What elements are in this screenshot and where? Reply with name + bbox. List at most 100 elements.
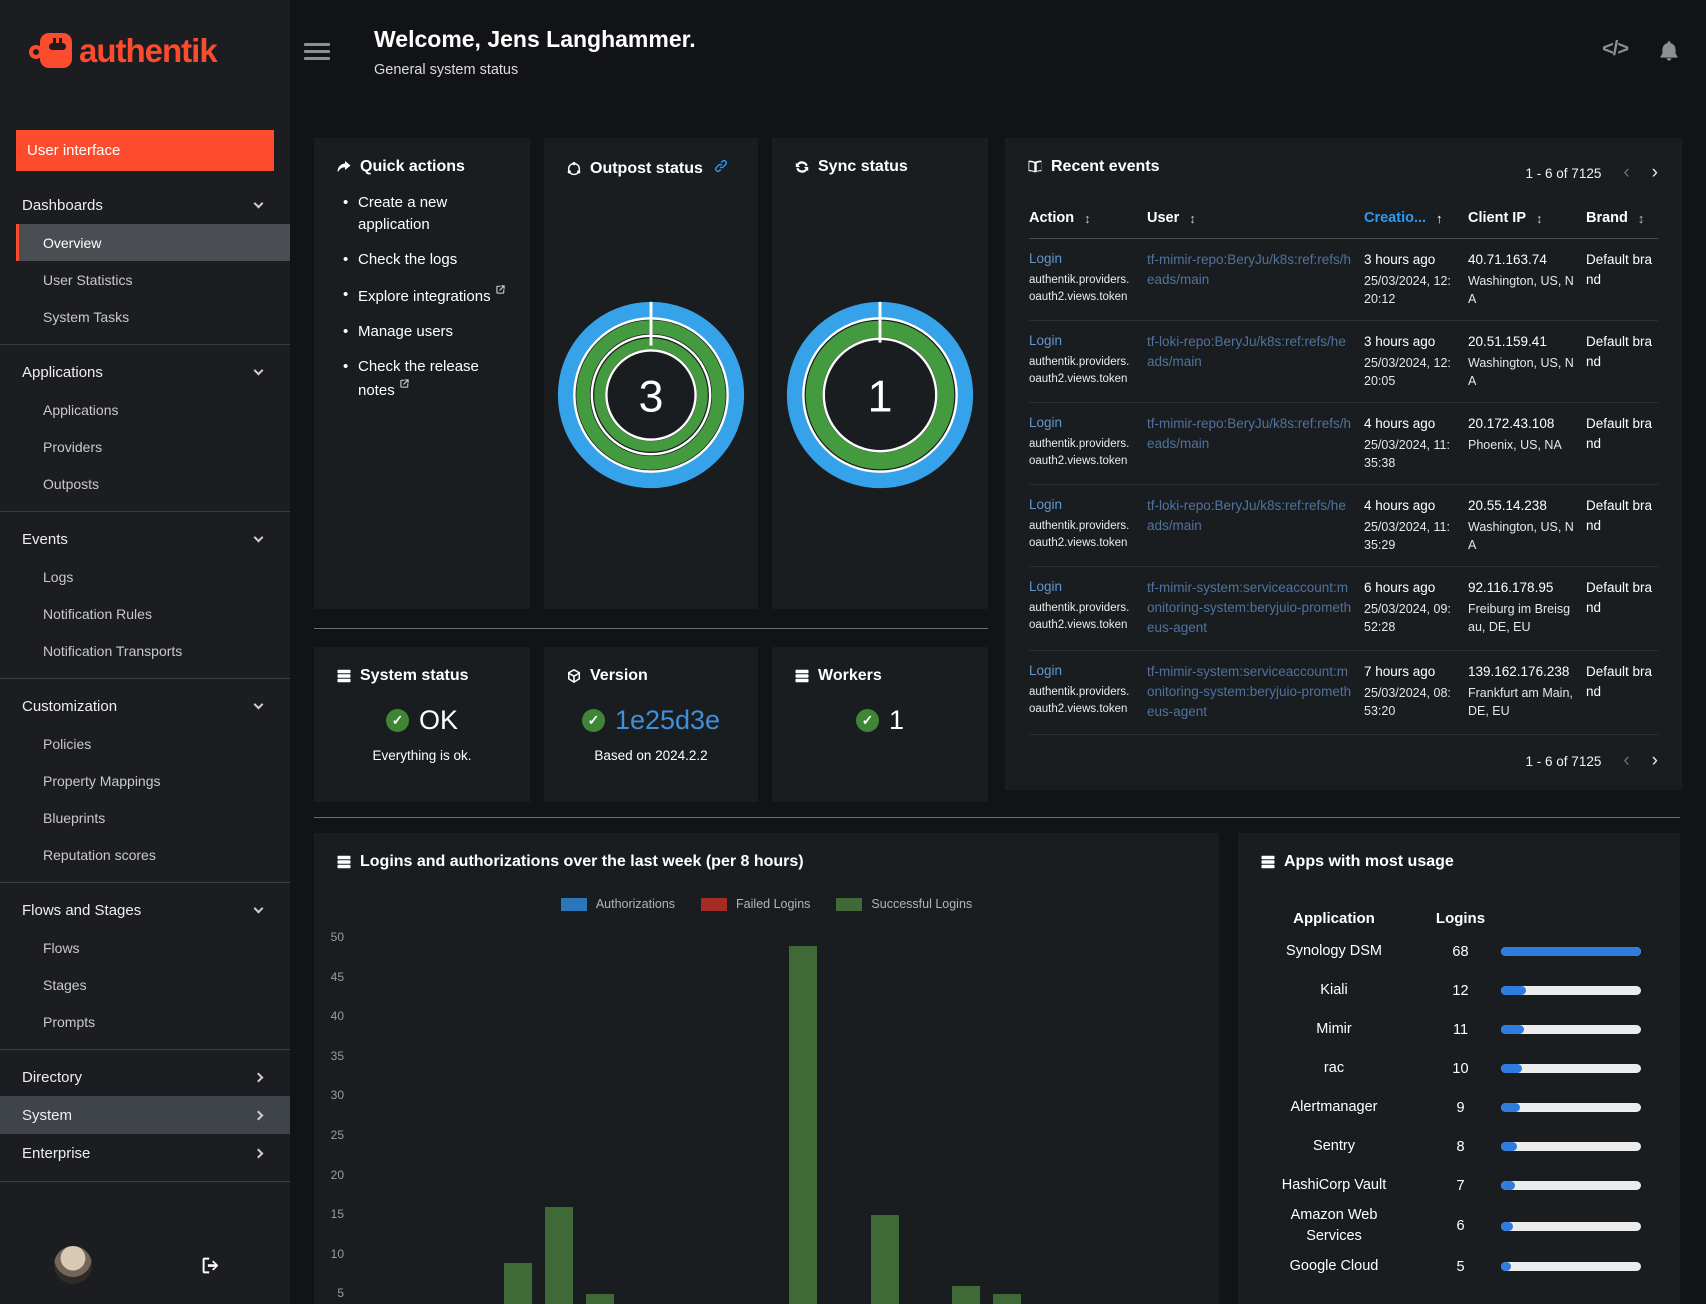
- authentik-logo: authentik: [28, 30, 218, 72]
- column-header-creatio[interactable]: Creatio... ↑: [1364, 210, 1468, 226]
- y-axis-tick: 35: [330, 1048, 344, 1063]
- sidebar-item-flows[interactable]: Flows: [16, 929, 290, 966]
- sidebar-item-overview[interactable]: Overview: [16, 224, 290, 261]
- event-user-link[interactable]: tf-mimir-repo:BeryJu/k8s:ref:refs/heads/…: [1147, 414, 1364, 454]
- app-usage-row: Sentry 8: [1248, 1127, 1651, 1166]
- sort-icon[interactable]: ↕: [1638, 211, 1645, 226]
- event-user-link[interactable]: tf-loki-repo:BeryJu/k8s:ref:refs/heads/m…: [1147, 332, 1364, 372]
- app-usage-bar: [1501, 1262, 1651, 1271]
- sidebar-section-system[interactable]: System: [0, 1096, 290, 1134]
- event-action-link[interactable]: Login: [1029, 251, 1062, 266]
- event-action-link[interactable]: Login: [1029, 497, 1062, 512]
- sidebar-section-applications[interactable]: Applications: [0, 353, 290, 391]
- chevron-right-icon[interactable]: [253, 1072, 264, 1082]
- sidebar-section-dashboards[interactable]: Dashboards: [0, 186, 290, 224]
- chevron-right-icon[interactable]: [253, 1110, 264, 1120]
- y-axis-tick: 10: [330, 1246, 344, 1261]
- logout-icon[interactable]: [200, 1255, 221, 1281]
- sidebar-section-directory[interactable]: Directory: [0, 1058, 290, 1096]
- chevron-down-icon[interactable]: [253, 699, 264, 709]
- version-link[interactable]: 1e25d3e: [615, 705, 720, 736]
- sidebar-item-user-statistics[interactable]: User Statistics: [16, 261, 290, 298]
- link-icon[interactable]: [713, 158, 729, 179]
- progress-track: [1501, 1103, 1641, 1112]
- divider: [0, 511, 290, 512]
- sidebar-item-prompts[interactable]: Prompts: [16, 1003, 290, 1040]
- system-status-value: OK: [418, 705, 458, 735]
- chevron-down-icon[interactable]: [253, 532, 264, 542]
- event-action-link[interactable]: Login: [1029, 415, 1062, 430]
- event-action-link[interactable]: Login: [1029, 663, 1062, 678]
- sidebar-item-blueprints[interactable]: Blueprints: [16, 799, 290, 836]
- quick-action-label: Explore integrations: [358, 288, 491, 305]
- column-header-action[interactable]: Action ↕: [1029, 210, 1147, 226]
- chevron-down-icon[interactable]: [253, 198, 264, 208]
- cell-client-ip: 20.51.159.41 Washington, US, NA: [1468, 332, 1586, 390]
- sidebar-item-applications[interactable]: Applications: [16, 391, 290, 428]
- pagination-next-icon[interactable]: ›: [1652, 750, 1658, 772]
- pagination-prev-icon[interactable]: ‹: [1623, 750, 1629, 772]
- bell-icon[interactable]: [1658, 39, 1680, 61]
- apps-usage-table: Application Logins Synology DSM 68 Kiali 12…: [1248, 904, 1651, 1286]
- chevron-right-icon[interactable]: [253, 1148, 264, 1158]
- sidebar-group-directory: Directory: [0, 1058, 290, 1096]
- sidebar-item-logs[interactable]: Logs: [16, 558, 290, 595]
- user-interface-button[interactable]: User interface: [16, 130, 274, 171]
- app-name: Kiali: [1320, 982, 1348, 998]
- sidebar-section-flows-and-stages[interactable]: Flows and Stages: [0, 891, 290, 929]
- quick-action-manage-users[interactable]: Manage users: [343, 321, 530, 343]
- quick-action-label: Create a new application: [358, 194, 448, 233]
- apps-table-header: Application Logins: [1248, 904, 1651, 932]
- sidebar-item-stages[interactable]: Stages: [16, 966, 290, 1003]
- sidebar-item-property-mappings[interactable]: Property Mappings: [16, 762, 290, 799]
- chevron-down-icon[interactable]: [253, 903, 264, 913]
- api-code-icon[interactable]: </>: [1602, 38, 1629, 61]
- column-header-user[interactable]: User ↕: [1147, 210, 1364, 226]
- sidebar-section-events[interactable]: Events: [0, 520, 290, 558]
- cell-user: tf-mimir-repo:BeryJu/k8s:ref:refs/heads/…: [1147, 250, 1364, 290]
- event-user-link[interactable]: tf-mimir-repo:BeryJu/k8s:ref:refs/heads/…: [1147, 250, 1364, 290]
- sort-icon[interactable]: ↕: [1189, 211, 1196, 226]
- event-action-link[interactable]: Login: [1029, 333, 1062, 348]
- event-location: Washington, US, NA: [1468, 274, 1574, 306]
- column-header-client-ip[interactable]: Client IP ↕: [1468, 210, 1586, 226]
- chart-bar: [870, 1215, 899, 1304]
- sidebar-item-notification-rules[interactable]: Notification Rules: [16, 595, 290, 632]
- quick-actions-card: Quick actions Create a new application Ch…: [314, 138, 530, 609]
- event-user-link[interactable]: tf-loki-repo:BeryJu/k8s:ref:refs/heads/m…: [1147, 496, 1364, 536]
- event-user-link[interactable]: tf-mimir-system:serviceaccount:monitorin…: [1147, 662, 1364, 722]
- quick-action-check-the-release-notes[interactable]: Check the release notes: [343, 356, 530, 402]
- sidebar-item-reputation-scores[interactable]: Reputation scores: [16, 836, 290, 873]
- pagination-next-icon[interactable]: ›: [1652, 162, 1658, 184]
- sidebar-item-policies[interactable]: Policies: [16, 725, 290, 762]
- sidebar-item-providers[interactable]: Providers: [16, 428, 290, 465]
- app-usage-bar: [1501, 1221, 1651, 1231]
- app-login-count: 7: [1456, 1177, 1465, 1194]
- sort-asc-icon[interactable]: ↑: [1436, 211, 1443, 226]
- quick-action-check-the-logs[interactable]: Check the logs: [343, 249, 530, 271]
- event-user-link[interactable]: tf-mimir-system:serviceaccount:monitorin…: [1147, 578, 1364, 638]
- event-ip: 20.172.43.108: [1468, 416, 1555, 431]
- sidebar-item-notification-transports[interactable]: Notification Transports: [16, 632, 290, 669]
- event-age: 7 hours ago: [1364, 664, 1436, 679]
- quick-action-create-a-new-application[interactable]: Create a new application: [343, 192, 530, 236]
- sort-icon[interactable]: ↕: [1536, 211, 1543, 226]
- event-age: 3 hours ago: [1364, 334, 1436, 349]
- sidebar-section-enterprise[interactable]: Enterprise: [0, 1134, 290, 1172]
- sort-icon[interactable]: ↕: [1084, 211, 1091, 226]
- quick-action-explore-integrations[interactable]: Explore integrations: [343, 284, 530, 308]
- sidebar-section-customization[interactable]: Customization: [0, 687, 290, 725]
- app-name: HashiCorp Vault: [1281, 1177, 1387, 1193]
- hamburger-menu-icon[interactable]: [304, 43, 330, 64]
- divider: [314, 628, 988, 629]
- column-application: Application: [1293, 909, 1375, 927]
- share-arrow-icon: [336, 159, 352, 175]
- sidebar-item-outposts[interactable]: Outposts: [16, 465, 290, 502]
- logo-wordmark: authentik: [79, 32, 218, 69]
- avatar[interactable]: [54, 1246, 92, 1284]
- sidebar-item-system-tasks[interactable]: System Tasks: [16, 298, 290, 335]
- column-header-brand[interactable]: Brand ↕: [1586, 210, 1658, 226]
- event-action-link[interactable]: Login: [1029, 579, 1062, 594]
- pagination-prev-icon[interactable]: ‹: [1623, 162, 1629, 184]
- chevron-down-icon[interactable]: [253, 365, 264, 375]
